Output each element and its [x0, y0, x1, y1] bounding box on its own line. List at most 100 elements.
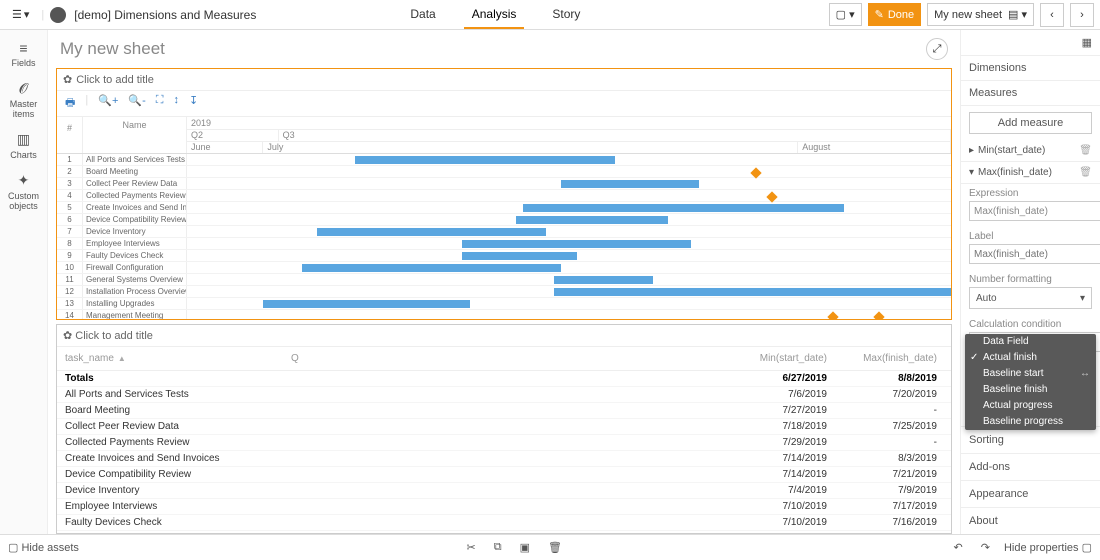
dropdown-option[interactable]: Baseline progress: [965, 414, 1096, 430]
rail-fields[interactable]: ≡Fields: [1, 34, 47, 74]
gantt-row[interactable]: 10Firewall Configuration: [57, 262, 951, 274]
rail-master[interactable]: 𝓞Master items: [1, 74, 47, 125]
table-row[interactable]: Collect Peer Review Data7/18/20197/25/20…: [57, 419, 951, 435]
addons-section[interactable]: Add-ons: [961, 453, 1100, 480]
dropdown-option[interactable]: Actual progress: [965, 398, 1096, 414]
table-row[interactable]: Firewall Configuration7/3/20197/17/2019: [57, 531, 951, 533]
gantt-row[interactable]: 4Collected Payments Review: [57, 190, 951, 202]
done-button[interactable]: ✎ Done: [868, 3, 922, 26]
dropdown-option[interactable]: Baseline finish: [965, 382, 1096, 398]
gantt-bar[interactable]: [302, 264, 562, 272]
gantt-row[interactable]: 3Collect Peer Review Data: [57, 178, 951, 190]
expand-all-icon[interactable]: ↕: [173, 94, 179, 113]
delete-icon[interactable]: 🗑: [1079, 145, 1092, 156]
gantt-chart[interactable]: ✿ Click to add title 🖶| 🔍+ 🔍- ⛶ ↕ ↧ # Na…: [56, 68, 952, 320]
pivot-table[interactable]: ✿ Click to add title task_name ▲ Q Min(s…: [56, 324, 952, 534]
gantt-bar[interactable]: [561, 180, 699, 188]
print-icon[interactable]: 🖶: [65, 94, 75, 113]
table-title-placeholder[interactable]: ✿ Click to add title: [57, 325, 951, 347]
about-section[interactable]: About: [961, 507, 1100, 534]
global-menu[interactable]: ☰ ▾: [6, 4, 35, 25]
gantt-bar[interactable]: [317, 228, 546, 236]
gantt-row[interactable]: 8Employee Interviews: [57, 238, 951, 250]
sheet-selector[interactable]: My new sheet ▤ ▾: [927, 3, 1034, 26]
search-icon[interactable]: Q: [291, 353, 299, 364]
sorting-section[interactable]: Sorting: [961, 426, 1100, 453]
chart-title-placeholder[interactable]: ✿ Click to add title: [57, 69, 951, 91]
label-input[interactable]: [969, 244, 1100, 264]
redo-icon[interactable]: ↷: [977, 539, 994, 556]
prev-sheet-button[interactable]: ‹: [1040, 3, 1064, 27]
gantt-bar[interactable]: [462, 240, 691, 248]
copy-icon[interactable]: ⧉: [490, 539, 506, 556]
measure-max-finish[interactable]: ▾ Max(finish_date)🗑: [961, 162, 1100, 184]
gantt-bar[interactable]: [462, 252, 577, 260]
next-sheet-button[interactable]: ›: [1070, 3, 1094, 27]
table-row[interactable]: Collected Payments Review7/29/2019-: [57, 435, 951, 451]
sheet-title[interactable]: My new sheet: [60, 39, 165, 59]
gantt-row[interactable]: 2Board Meeting: [57, 166, 951, 178]
measures-section[interactable]: Measures: [961, 81, 1100, 106]
gantt-row[interactable]: 11General Systems Overview: [57, 274, 951, 286]
delete-icon[interactable]: 🗑: [544, 539, 566, 556]
dropdown-option[interactable]: Baseline start: [965, 366, 1096, 382]
gantt-bar[interactable]: [355, 156, 615, 164]
hide-assets-toggle[interactable]: ▢ Hide assets: [8, 541, 79, 554]
measure-min-start[interactable]: ▸ Min(start_date)🗑: [961, 140, 1100, 162]
table-icon[interactable]: ▦: [1082, 36, 1092, 49]
table-row[interactable]: Device Compatibility Review7/14/20197/21…: [57, 467, 951, 483]
gantt-row[interactable]: 1All Ports and Services Tests: [57, 154, 951, 166]
expand-button[interactable]: ⤢: [926, 38, 948, 60]
delete-icon[interactable]: 🗑: [1079, 167, 1092, 178]
table-row[interactable]: Create Invoices and Send Invoices7/14/20…: [57, 451, 951, 467]
gantt-row[interactable]: 14Management Meeting: [57, 310, 951, 319]
gantt-bar[interactable]: [263, 300, 469, 308]
gantt-bar[interactable]: [554, 276, 653, 284]
gantt-row[interactable]: 6Device Compatibility Review: [57, 214, 951, 226]
milestone-icon[interactable]: [827, 311, 838, 319]
dropdown-option[interactable]: Actual finish: [965, 350, 1096, 366]
col-task[interactable]: task_name: [65, 353, 114, 364]
appearance-section[interactable]: Appearance: [961, 480, 1100, 507]
undo-icon[interactable]: ↶: [950, 539, 967, 556]
milestone-icon[interactable]: [873, 311, 884, 319]
paste-icon[interactable]: ▣: [516, 539, 534, 556]
area-analysis[interactable]: Analysis: [464, 1, 525, 29]
col-finish[interactable]: Max(finish_date): [837, 353, 947, 364]
table-row[interactable]: Device Inventory7/4/20197/9/2019: [57, 483, 951, 499]
rail-custom[interactable]: ✦Custom objects: [1, 166, 47, 217]
gantt-bar[interactable]: [554, 288, 951, 296]
table-row[interactable]: Faulty Devices Check7/10/20197/16/2019: [57, 515, 951, 531]
gantt-row[interactable]: 7Device Inventory: [57, 226, 951, 238]
asset-rail: ≡Fields 𝓞Master items ▥Charts ✦Custom ob…: [0, 30, 48, 534]
table-row[interactable]: All Ports and Services Tests7/6/20197/20…: [57, 387, 951, 403]
table-row[interactable]: Employee Interviews7/10/20197/17/2019: [57, 499, 951, 515]
gantt-row[interactable]: 5Create Invoices and Send Invoices: [57, 202, 951, 214]
area-data[interactable]: Data: [402, 1, 443, 29]
table-row[interactable]: Board Meeting7/27/2019-: [57, 403, 951, 419]
expression-input[interactable]: [969, 201, 1100, 221]
gantt-row[interactable]: 12Installation Process Overview: [57, 286, 951, 298]
gantt-row[interactable]: 13Installing Upgrades: [57, 298, 951, 310]
gantt-bar[interactable]: [523, 204, 844, 212]
collapse-all-icon[interactable]: ↧: [189, 94, 198, 113]
app-title: [demo] Dimensions and Measures: [74, 8, 256, 22]
hide-properties-toggle[interactable]: Hide properties ▢: [1004, 541, 1092, 554]
dropdown-option[interactable]: Data Field: [965, 334, 1096, 350]
zoom-in-icon[interactable]: 🔍+: [98, 94, 118, 113]
col-start[interactable]: Min(start_date): [727, 353, 837, 364]
bookmark-button[interactable]: ▢ ▾: [829, 3, 862, 26]
data-field-dropdown[interactable]: Data FieldActual finishBaseline startBas…: [965, 334, 1096, 430]
area-story[interactable]: Story: [544, 1, 588, 29]
milestone-icon[interactable]: [751, 167, 762, 178]
milestone-icon[interactable]: [766, 191, 777, 202]
dimensions-section[interactable]: Dimensions: [961, 56, 1100, 81]
zoom-out-icon[interactable]: 🔍-: [128, 94, 145, 113]
cut-icon[interactable]: ✂: [463, 539, 480, 556]
gantt-row[interactable]: 9Faulty Devices Check: [57, 250, 951, 262]
number-format-select[interactable]: Auto▾: [969, 287, 1092, 309]
fit-icon[interactable]: ⛶: [156, 94, 164, 113]
rail-charts[interactable]: ▥Charts: [1, 125, 47, 166]
gantt-bar[interactable]: [516, 216, 669, 224]
add-measure-button[interactable]: Add measure: [969, 112, 1092, 134]
